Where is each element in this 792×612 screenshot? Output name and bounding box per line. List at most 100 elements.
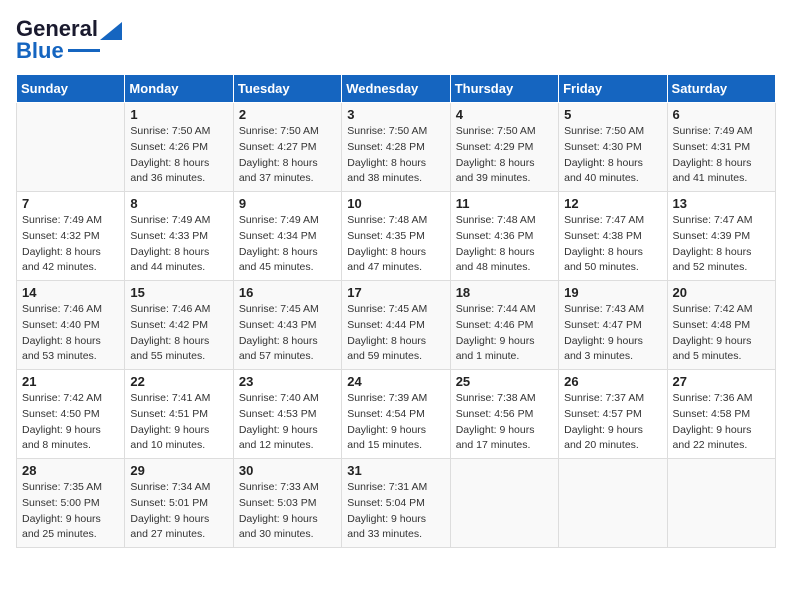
week-row-4: 21 Sunrise: 7:42 AMSunset: 4:50 PMDayligh…	[17, 370, 776, 459]
calendar-cell: 22 Sunrise: 7:41 AMSunset: 4:51 PMDayligh…	[125, 370, 233, 459]
day-number: 20	[673, 285, 770, 300]
week-row-5: 28 Sunrise: 7:35 AMSunset: 5:00 PMDayligh…	[17, 459, 776, 548]
day-number: 5	[564, 107, 661, 122]
calendar-body: 1 Sunrise: 7:50 AMSunset: 4:26 PMDaylight…	[17, 103, 776, 548]
day-info: Sunrise: 7:41 AMSunset: 4:51 PMDaylight:…	[130, 391, 227, 454]
day-info: Sunrise: 7:50 AMSunset: 4:27 PMDaylight:…	[239, 124, 336, 187]
calendar-cell: 9Sunrise: 7:49 AMSunset: 4:34 PMDaylight…	[233, 192, 341, 281]
column-header-monday: Monday	[125, 75, 233, 103]
calendar-cell: 15Sunrise: 7:46 AMSunset: 4:42 PMDayligh…	[125, 281, 233, 370]
day-number: 23	[239, 374, 336, 389]
day-number: 30	[239, 463, 336, 478]
calendar-table: SundayMondayTuesdayWednesdayThursdayFrid…	[16, 74, 776, 548]
day-number: 28	[22, 463, 119, 478]
calendar-cell: 14Sunrise: 7:46 AMSunset: 4:40 PMDayligh…	[17, 281, 125, 370]
day-info: Sunrise: 7:47 AMSunset: 4:38 PMDaylight:…	[564, 213, 661, 276]
calendar-cell: 13 Sunrise: 7:47 AMSunset: 4:39 PMDayligh…	[667, 192, 775, 281]
calendar-cell: 16Sunrise: 7:45 AMSunset: 4:43 PMDayligh…	[233, 281, 341, 370]
day-info: Sunrise: 7:47 AMSunset: 4:39 PMDaylight:…	[673, 213, 770, 276]
day-number: 26	[564, 374, 661, 389]
calendar-cell: 2Sunrise: 7:50 AMSunset: 4:27 PMDaylight…	[233, 103, 341, 192]
day-info: Sunrise: 7:49 AMSunset: 4:31 PMDaylight:…	[673, 124, 770, 187]
day-number: 12	[564, 196, 661, 211]
day-info: Sunrise: 7:31 AMSunset: 5:04 PMDaylight:…	[347, 480, 444, 543]
calendar-cell: 20 Sunrise: 7:42 AMSunset: 4:48 PMDayligh…	[667, 281, 775, 370]
calendar-cell	[667, 459, 775, 548]
calendar-cell: 4 Sunrise: 7:50 AMSunset: 4:29 PMDaylight…	[450, 103, 558, 192]
column-header-friday: Friday	[559, 75, 667, 103]
column-header-saturday: Saturday	[667, 75, 775, 103]
day-info: Sunrise: 7:40 AMSunset: 4:53 PMDaylight:…	[239, 391, 336, 454]
week-row-2: 7Sunrise: 7:49 AMSunset: 4:32 PMDaylight…	[17, 192, 776, 281]
day-info: Sunrise: 7:46 AMSunset: 4:42 PMDaylight:…	[130, 302, 227, 365]
day-info: Sunrise: 7:38 AMSunset: 4:56 PMDaylight:…	[456, 391, 553, 454]
day-number: 17	[347, 285, 444, 300]
day-number: 27	[673, 374, 770, 389]
calendar-cell: 8 Sunrise: 7:49 AMSunset: 4:33 PMDaylight…	[125, 192, 233, 281]
day-info: Sunrise: 7:45 AMSunset: 4:44 PMDaylight:…	[347, 302, 444, 365]
day-number: 6	[673, 107, 770, 122]
day-info: Sunrise: 7:49 AMSunset: 4:33 PMDaylight:…	[130, 213, 227, 276]
day-info: Sunrise: 7:50 AMSunset: 4:28 PMDaylight:…	[347, 124, 444, 187]
day-number: 19	[564, 285, 661, 300]
logo-icon	[100, 18, 122, 40]
calendar-cell: 7Sunrise: 7:49 AMSunset: 4:32 PMDaylight…	[17, 192, 125, 281]
day-info: Sunrise: 7:42 AMSunset: 4:50 PMDaylight:…	[22, 391, 119, 454]
calendar-cell: 10 Sunrise: 7:48 AMSunset: 4:35 PMDayligh…	[342, 192, 450, 281]
calendar-header-row: SundayMondayTuesdayWednesdayThursdayFrid…	[17, 75, 776, 103]
day-number: 13	[673, 196, 770, 211]
calendar-cell: 25 Sunrise: 7:38 AMSunset: 4:56 PMDayligh…	[450, 370, 558, 459]
calendar-cell: 18 Sunrise: 7:44 AMSunset: 4:46 PMDayligh…	[450, 281, 558, 370]
day-number: 9	[239, 196, 336, 211]
calendar-cell: 30 Sunrise: 7:33 AMSunset: 5:03 PMDayligh…	[233, 459, 341, 548]
calendar-cell: 28 Sunrise: 7:35 AMSunset: 5:00 PMDayligh…	[17, 459, 125, 548]
column-header-sunday: Sunday	[17, 75, 125, 103]
day-number: 4	[456, 107, 553, 122]
logo-underline	[68, 49, 100, 52]
day-number: 25	[456, 374, 553, 389]
logo-blue: Blue	[16, 38, 64, 64]
calendar-cell: 23 Sunrise: 7:40 AMSunset: 4:53 PMDayligh…	[233, 370, 341, 459]
day-number: 16	[239, 285, 336, 300]
day-info: Sunrise: 7:50 AMSunset: 4:30 PMDaylight:…	[564, 124, 661, 187]
calendar-cell: 1 Sunrise: 7:50 AMSunset: 4:26 PMDaylight…	[125, 103, 233, 192]
calendar-cell	[559, 459, 667, 548]
calendar-cell: 3 Sunrise: 7:50 AMSunset: 4:28 PMDaylight…	[342, 103, 450, 192]
day-info: Sunrise: 7:49 AMSunset: 4:32 PMDaylight:…	[22, 213, 119, 276]
day-info: Sunrise: 7:37 AMSunset: 4:57 PMDaylight:…	[564, 391, 661, 454]
calendar-cell: 24 Sunrise: 7:39 AMSunset: 4:54 PMDayligh…	[342, 370, 450, 459]
calendar-cell: 11Sunrise: 7:48 AMSunset: 4:36 PMDayligh…	[450, 192, 558, 281]
day-number: 3	[347, 107, 444, 122]
logo: General Blue	[16, 16, 122, 64]
day-info: Sunrise: 7:50 AMSunset: 4:26 PMDaylight:…	[130, 124, 227, 187]
column-header-wednesday: Wednesday	[342, 75, 450, 103]
week-row-3: 14Sunrise: 7:46 AMSunset: 4:40 PMDayligh…	[17, 281, 776, 370]
day-info: Sunrise: 7:35 AMSunset: 5:00 PMDaylight:…	[22, 480, 119, 543]
day-info: Sunrise: 7:42 AMSunset: 4:48 PMDaylight:…	[673, 302, 770, 365]
calendar-cell: 5 Sunrise: 7:50 AMSunset: 4:30 PMDaylight…	[559, 103, 667, 192]
day-number: 21	[22, 374, 119, 389]
day-info: Sunrise: 7:50 AMSunset: 4:29 PMDaylight:…	[456, 124, 553, 187]
day-info: Sunrise: 7:44 AMSunset: 4:46 PMDaylight:…	[456, 302, 553, 365]
day-number: 10	[347, 196, 444, 211]
calendar-cell: 19 Sunrise: 7:43 AMSunset: 4:47 PMDayligh…	[559, 281, 667, 370]
calendar-cell: 21 Sunrise: 7:42 AMSunset: 4:50 PMDayligh…	[17, 370, 125, 459]
column-header-thursday: Thursday	[450, 75, 558, 103]
day-number: 22	[130, 374, 227, 389]
header: General Blue	[16, 16, 776, 64]
day-info: Sunrise: 7:48 AMSunset: 4:36 PMDaylight:…	[456, 213, 553, 276]
day-number: 1	[130, 107, 227, 122]
day-info: Sunrise: 7:33 AMSunset: 5:03 PMDaylight:…	[239, 480, 336, 543]
day-info: Sunrise: 7:36 AMSunset: 4:58 PMDaylight:…	[673, 391, 770, 454]
day-info: Sunrise: 7:48 AMSunset: 4:35 PMDaylight:…	[347, 213, 444, 276]
day-info: Sunrise: 7:39 AMSunset: 4:54 PMDaylight:…	[347, 391, 444, 454]
day-number: 14	[22, 285, 119, 300]
calendar-cell: 29Sunrise: 7:34 AMSunset: 5:01 PMDayligh…	[125, 459, 233, 548]
day-number: 18	[456, 285, 553, 300]
day-info: Sunrise: 7:43 AMSunset: 4:47 PMDaylight:…	[564, 302, 661, 365]
day-number: 29	[130, 463, 227, 478]
day-number: 8	[130, 196, 227, 211]
day-number: 24	[347, 374, 444, 389]
column-header-tuesday: Tuesday	[233, 75, 341, 103]
calendar-cell: 12 Sunrise: 7:47 AMSunset: 4:38 PMDayligh…	[559, 192, 667, 281]
